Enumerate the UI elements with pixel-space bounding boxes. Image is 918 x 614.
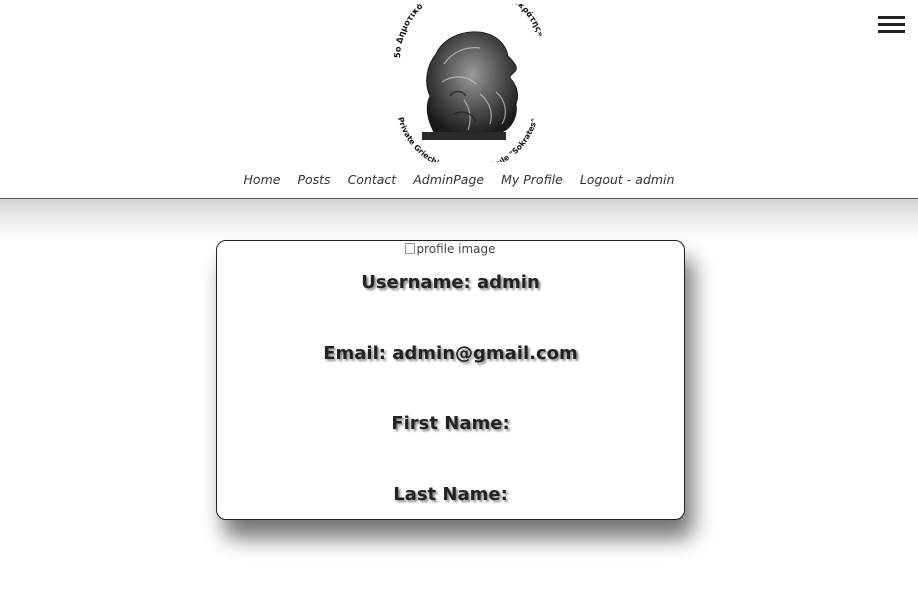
nav-contact-link[interactable]: Contact	[348, 171, 397, 189]
profile-image: profile image	[217, 241, 684, 256]
username-text: Username: admin	[361, 272, 540, 293]
profile-card: profile image Username: admin Email: adm…	[216, 240, 685, 520]
broken-image-icon	[405, 243, 416, 254]
school-logo[interactable]: 5ο Δημοτικό Σχολείο Μονάχου «Σωκράτης» P…	[384, 4, 550, 162]
hamburger-menu-icon[interactable]	[878, 14, 905, 36]
nav-logout-link[interactable]: Logout - admin	[580, 171, 675, 189]
site-header: 5ο Δημοτικό Σχολείο Μονάχου «Σωκράτης» P…	[0, 0, 918, 199]
main-nav: Home Posts Contact AdminPage My Profile …	[0, 171, 918, 189]
nav-my-profile-link[interactable]: My Profile	[501, 171, 563, 189]
hamburger-bar	[878, 23, 905, 26]
hamburger-bar	[878, 16, 905, 19]
hamburger-bar	[878, 30, 905, 33]
header-shadow-band	[0, 199, 918, 241]
last-name-text: Last Name:	[393, 484, 508, 505]
nav-home-link[interactable]: Home	[244, 171, 281, 189]
nav-posts-link[interactable]: Posts	[297, 171, 330, 189]
email-text: Email: admin@gmail.com	[323, 343, 578, 364]
first-name-text: First Name:	[391, 413, 510, 434]
profile-image-alt: profile image	[416, 242, 496, 256]
nav-adminpage-link[interactable]: AdminPage	[413, 171, 484, 189]
